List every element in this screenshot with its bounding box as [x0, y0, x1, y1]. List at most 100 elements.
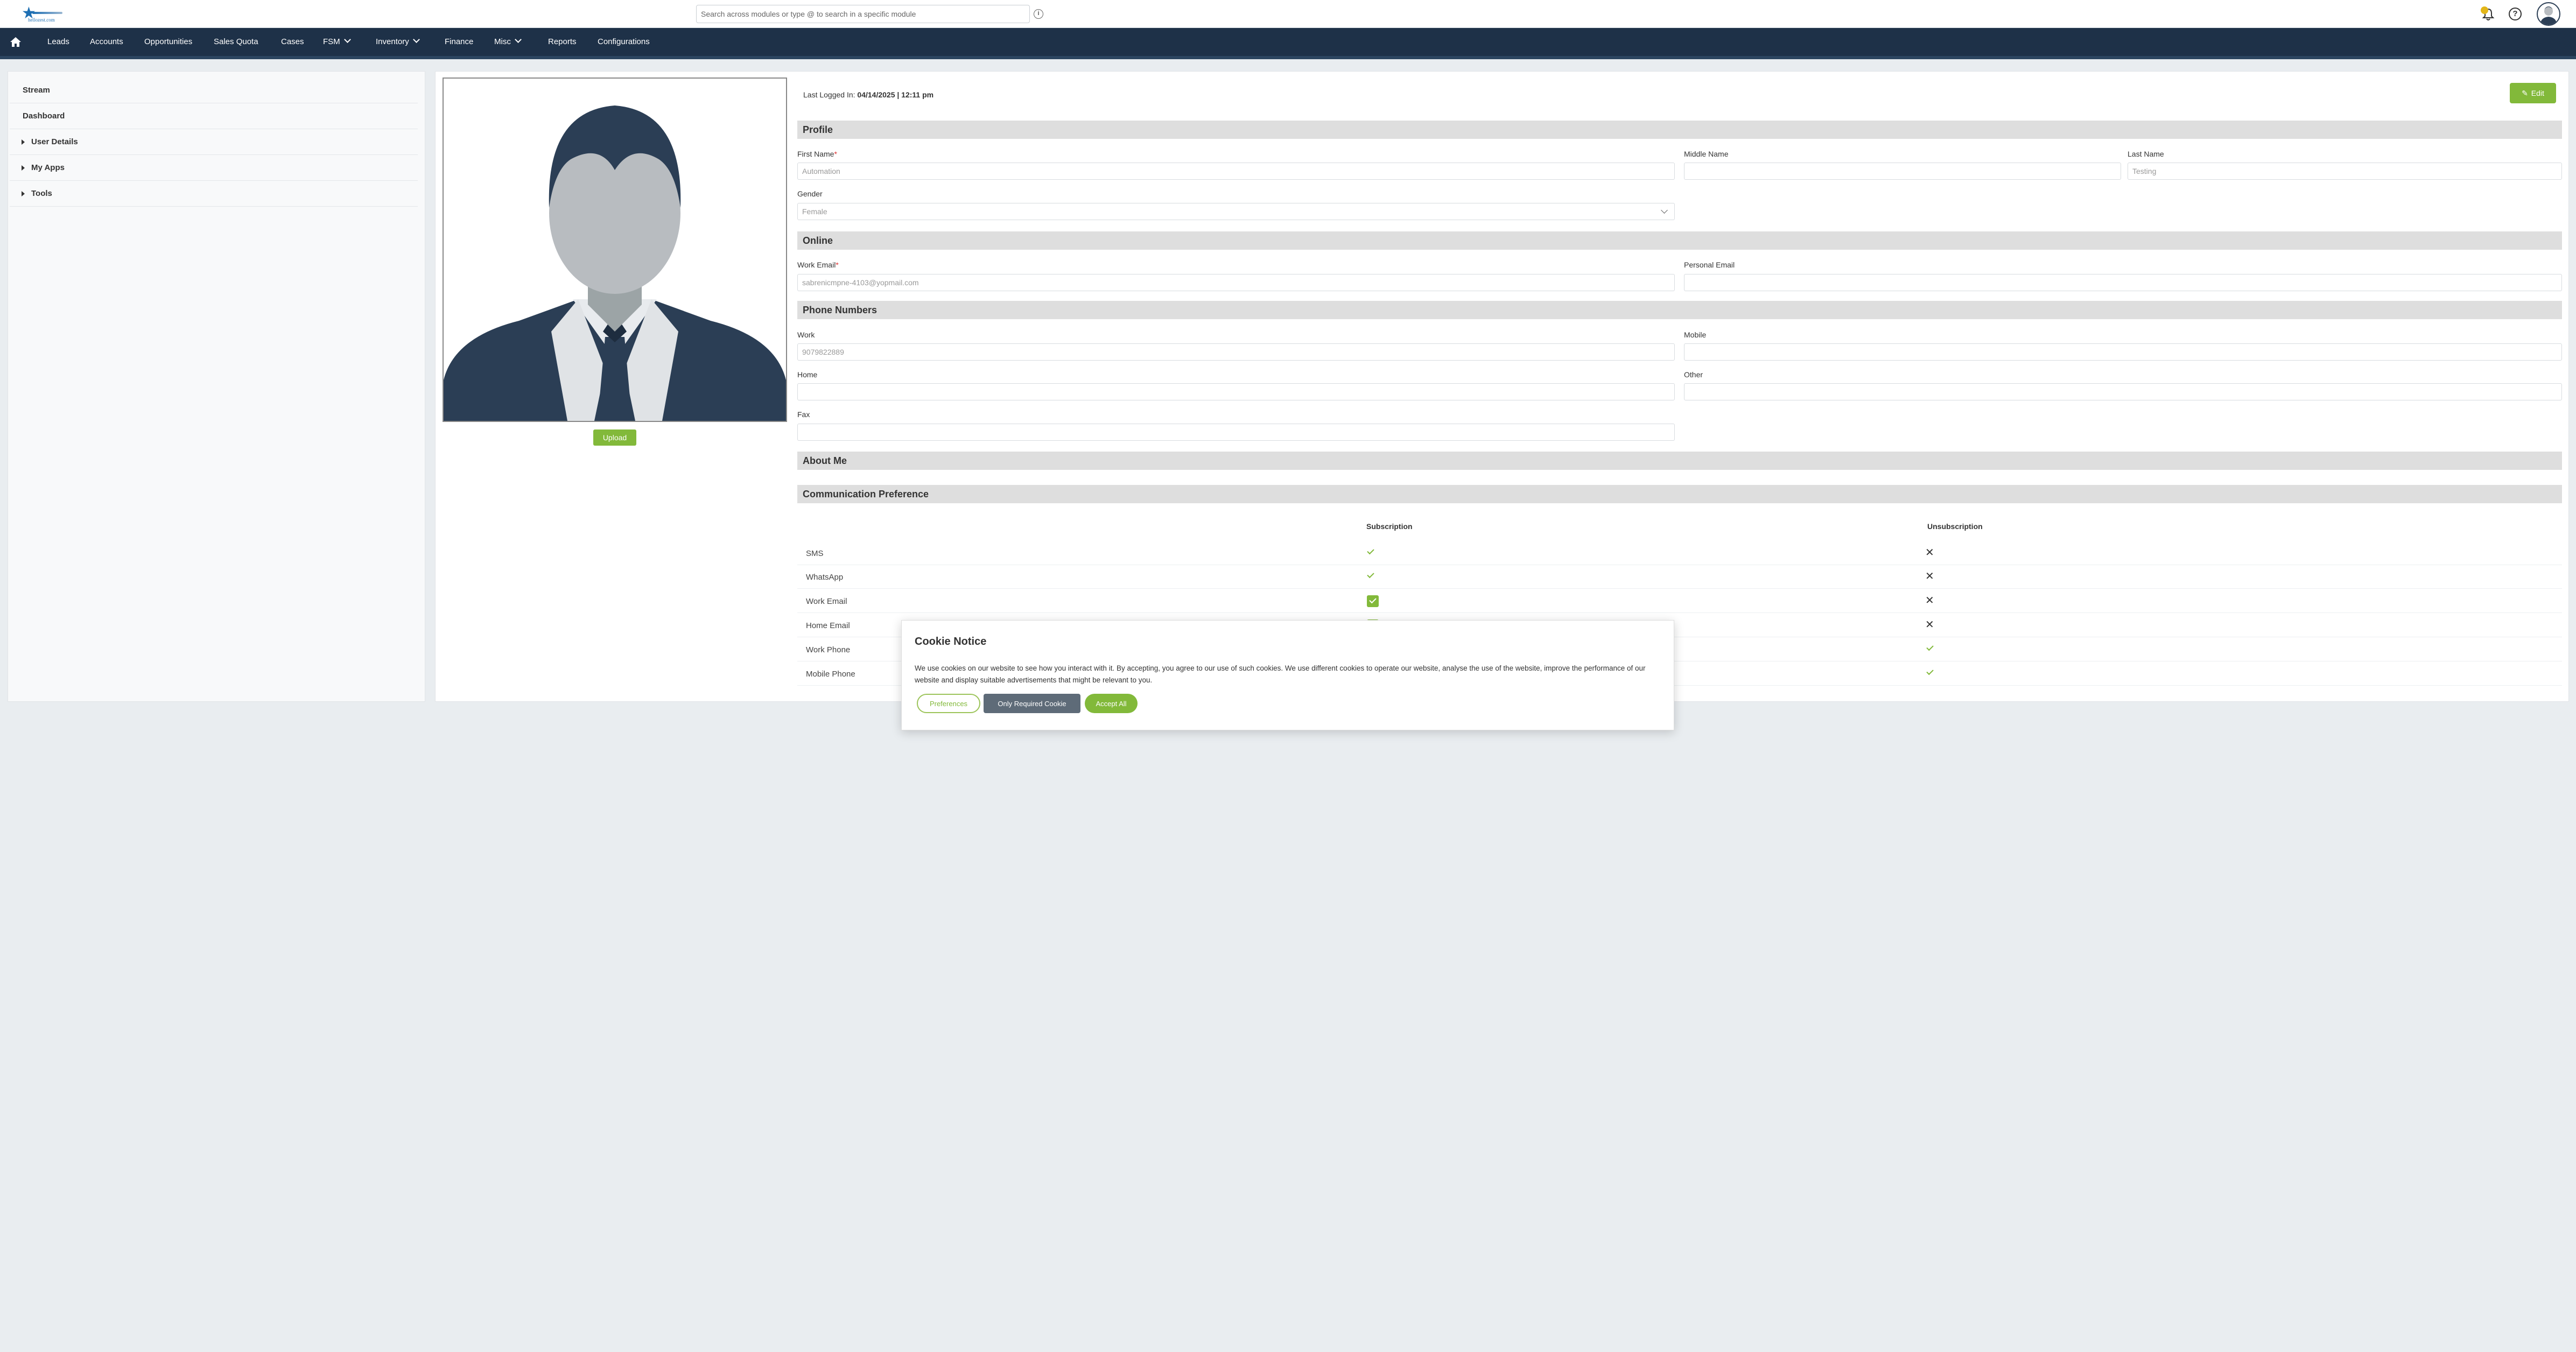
nav-leads-label: Leads: [47, 37, 69, 46]
subscription-header: Subscription: [1366, 522, 1413, 531]
nav-configurations-label: Configurations: [598, 37, 650, 46]
middle-name-field[interactable]: [1684, 163, 2121, 180]
mobile-field[interactable]: [1684, 343, 2562, 361]
gender-select[interactable]: Female: [797, 203, 1675, 220]
nav-divider: [0, 56, 2576, 59]
comm-row-label: WhatsApp: [806, 573, 844, 582]
close-icon[interactable]: ✕: [1925, 571, 1934, 582]
personal-email-label: Personal Email: [1684, 260, 1735, 269]
nav-sales-quota[interactable]: Sales Quota: [214, 28, 258, 56]
middle-name-label: Middle Name: [1684, 150, 1729, 158]
nav-finance[interactable]: Finance: [445, 28, 473, 56]
comm-row-label: Mobile Phone: [806, 670, 855, 679]
edit-profile-button[interactable]: ✎ Edit: [2510, 83, 2556, 103]
last-logged-label: Last Logged In:: [803, 90, 855, 99]
work-phone-label: Work: [797, 330, 815, 339]
check-icon[interactable]: [1926, 643, 1934, 651]
cookie-preferences-button[interactable]: Preferences: [917, 694, 980, 713]
cookie-notice-title: Cookie Notice: [915, 636, 987, 647]
other-phone-field[interactable]: [1684, 383, 2562, 400]
nav-inventory[interactable]: Inventory: [376, 28, 420, 56]
fax-label: Fax: [797, 410, 810, 419]
sidebar-item-dashboard[interactable]: Dashboard: [10, 103, 418, 129]
home-icon[interactable]: [10, 37, 22, 47]
top-bar: ★ hellozest.com i ?: [0, 0, 2576, 28]
comm-row-label: Work Email: [806, 597, 847, 606]
chevron-down-icon: [343, 36, 351, 43]
last-name-field[interactable]: Testing: [2128, 163, 2562, 180]
nav-misc[interactable]: Misc: [494, 28, 522, 56]
home-phone-field[interactable]: [797, 383, 1675, 400]
comm-row-label: Work Phone: [806, 645, 851, 654]
only-required-cookie-button[interactable]: Only Required Cookie: [984, 694, 1080, 713]
close-icon[interactable]: ✕: [1925, 595, 1934, 606]
check-icon[interactable]: [1367, 547, 1374, 555]
nav-leads[interactable]: Leads: [47, 28, 69, 56]
sidebar-item-label: Tools: [31, 189, 52, 198]
global-search-input[interactable]: [696, 5, 1030, 23]
sidebar-item-stream[interactable]: Stream: [10, 78, 418, 103]
avatar-person-icon: [2540, 6, 2557, 25]
home-phone-label: Home: [797, 370, 818, 379]
first-name-field[interactable]: Automation: [797, 163, 1675, 180]
comm-row-work-email: Work Email ✕: [797, 589, 2562, 613]
mobile-label: Mobile: [1684, 330, 1707, 339]
nav-configurations[interactable]: Configurations: [598, 28, 650, 56]
work-email-field[interactable]: sabrenicmpne-4103@yopmail.com: [797, 274, 1675, 291]
subscription-checkbox[interactable]: [1367, 595, 1379, 607]
accept-all-cookies-button[interactable]: Accept All: [1085, 694, 1138, 713]
section-phone-numbers: Phone Numbers: [797, 301, 2562, 319]
profile-photo: [443, 78, 787, 422]
personal-email-field[interactable]: [1684, 274, 2562, 291]
user-avatar[interactable]: [2537, 2, 2560, 26]
nav-accounts[interactable]: Accounts: [90, 28, 123, 56]
close-icon[interactable]: ✕: [1925, 619, 1934, 630]
comm-row-sms: SMS ✕: [797, 541, 2562, 565]
help-icon[interactable]: ?: [2509, 8, 2522, 20]
last-name-label: Last Name: [2128, 150, 2164, 158]
edit-label: Edit: [2531, 88, 2544, 97]
comm-row-whatsapp: WhatsApp ✕: [797, 565, 2562, 589]
nav-cases-label: Cases: [281, 37, 304, 46]
work-phone-field[interactable]: 9079822889: [797, 343, 1675, 361]
fax-field[interactable]: [797, 424, 1675, 441]
upload-photo-button[interactable]: Upload: [593, 429, 636, 446]
check-icon[interactable]: [1367, 571, 1374, 579]
nav-sales-quota-label: Sales Quota: [214, 37, 258, 46]
section-online: Online: [797, 231, 2562, 250]
sidebar-item-my-apps[interactable]: My Apps: [10, 155, 418, 181]
logo-text: hellozest.com: [28, 17, 55, 23]
check-icon[interactable]: [1926, 667, 1934, 675]
nav-fsm[interactable]: FSM: [323, 28, 351, 56]
info-icon[interactable]: i: [1034, 9, 1043, 19]
company-logo[interactable]: ★ hellozest.com: [19, 4, 65, 24]
sidebar-item-label: Stream: [23, 86, 50, 95]
gender-value: Female: [802, 207, 827, 216]
comm-row-label: SMS: [806, 549, 824, 558]
cookie-notice-text: We use cookies on our website to see how…: [915, 664, 1646, 684]
nav-fsm-label: FSM: [323, 37, 340, 46]
pencil-icon: ✎: [2522, 88, 2528, 97]
nav-opportunities[interactable]: Opportunities: [144, 28, 192, 56]
sidebar-item-label: My Apps: [31, 163, 65, 172]
close-icon[interactable]: ✕: [1925, 547, 1934, 558]
caret-right-icon: [22, 165, 25, 171]
other-phone-label: Other: [1684, 370, 1703, 379]
nav-reports[interactable]: Reports: [548, 28, 577, 56]
unsubscription-header: Unsubscription: [1927, 522, 1983, 531]
chevron-down-icon: [514, 36, 522, 43]
nav-inventory-label: Inventory: [376, 37, 409, 46]
first-name-label: First Name*: [797, 150, 837, 158]
caret-right-icon: [22, 139, 25, 145]
last-logged-in: Last Logged In: 04/14/2025 | 12:11 pm: [803, 90, 933, 99]
comm-row-label: Home Email: [806, 621, 850, 630]
nav-misc-label: Misc: [494, 37, 511, 46]
main-navigation: Leads Accounts Opportunities Sales Quota…: [0, 28, 2576, 56]
sidebar-item-user-details[interactable]: User Details: [10, 129, 418, 155]
sidebar-item-tools[interactable]: Tools: [10, 181, 418, 207]
notification-bell-icon[interactable]: [2481, 6, 2496, 22]
person-placeholder-icon: [444, 79, 786, 421]
cookie-notice-dialog: Cookie Notice We use cookies on our webs…: [901, 620, 1674, 730]
nav-cases[interactable]: Cases: [281, 28, 304, 56]
nav-opportunities-label: Opportunities: [144, 37, 193, 46]
